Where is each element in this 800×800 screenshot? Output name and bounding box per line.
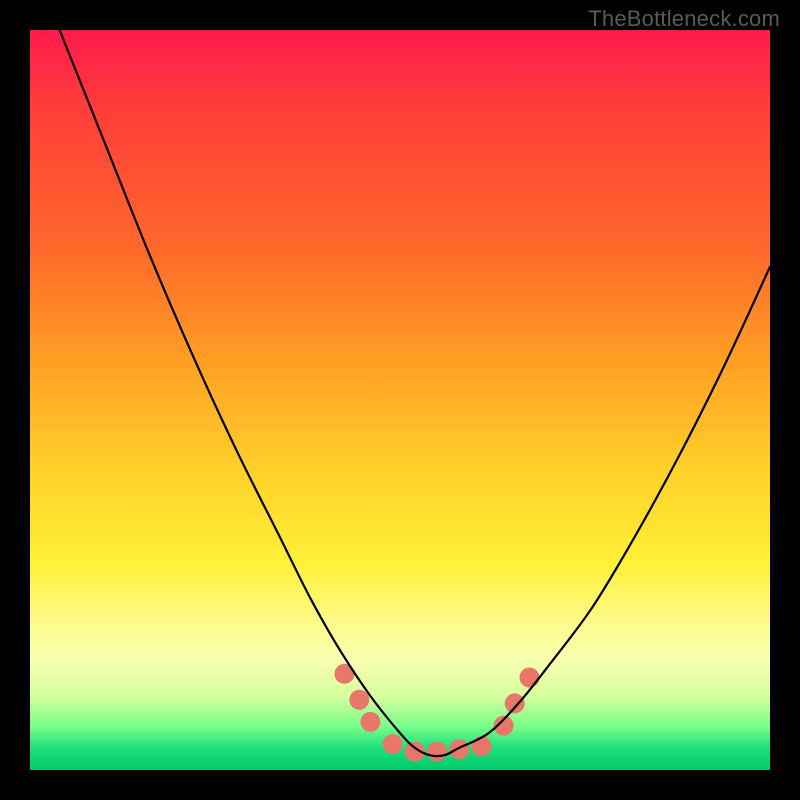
curve-marker — [449, 739, 469, 759]
curve-marker — [471, 736, 491, 756]
curve-marker — [505, 693, 525, 713]
plot-area — [30, 30, 770, 770]
curve-marker — [349, 690, 369, 710]
watermark-text: TheBottleneck.com — [588, 6, 780, 32]
curve-marker — [520, 668, 540, 688]
chart-frame: TheBottleneck.com — [0, 0, 800, 800]
curve-marker — [427, 742, 447, 762]
curve-marker — [360, 712, 380, 732]
bottleneck-curve-path — [60, 30, 770, 756]
chart-svg — [30, 30, 770, 770]
curve-marker — [383, 734, 403, 754]
